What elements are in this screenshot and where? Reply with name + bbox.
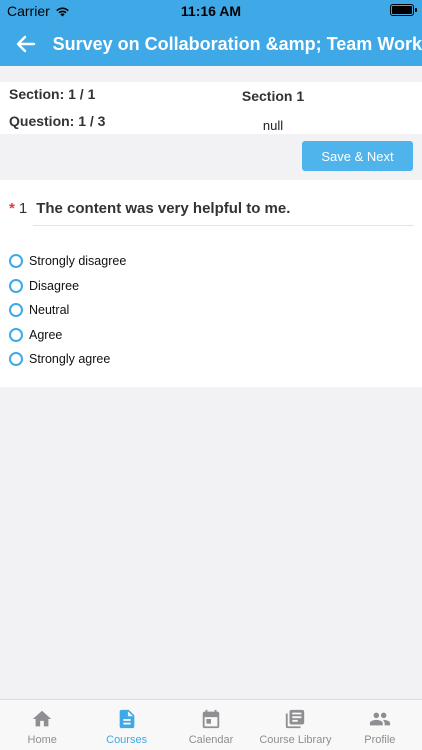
option-label: Disagree [29, 278, 80, 293]
people-icon [369, 712, 390, 726]
tab-profile[interactable]: Profile [338, 700, 422, 750]
tab-label: Courses [106, 734, 148, 746]
radio-button[interactable] [9, 327, 23, 342]
radio-button[interactable] [9, 278, 23, 293]
option-strongly-disagree[interactable]: Strongly disagree [9, 249, 126, 274]
question-card: * 1 The content was very helpful to me. … [0, 180, 422, 387]
question-text: The content was very helpful to me. [36, 200, 291, 217]
back-button[interactable] [0, 22, 53, 66]
tab-bar: Home Courses Calendar Course Library Pro… [0, 699, 422, 750]
nav-bar: Survey on Collaboration &amp; Team Work [0, 22, 422, 66]
save-next-button[interactable]: Save & Next [302, 141, 413, 171]
tab-label: Profile [364, 734, 396, 746]
tab-label: Calendar [188, 734, 234, 746]
option-neutral[interactable]: Neutral [9, 298, 126, 323]
tab-label: Course Library [259, 734, 332, 746]
radio-button[interactable] [9, 254, 23, 269]
status-time: 11:16 AM [180, 3, 242, 19]
radio-button[interactable] [9, 303, 23, 318]
status-bar: Carrier 11:16 AM [0, 0, 422, 22]
survey-info-panel: Section: 1 / 1 Question: 1 / 3 Section 1… [0, 82, 422, 134]
back-arrow-icon [17, 35, 36, 53]
home-icon [33, 710, 52, 727]
option-label: Strongly disagree [29, 254, 127, 269]
tab-label: Home [27, 734, 57, 746]
tab-course-library[interactable]: Course Library [253, 700, 337, 750]
answer-options: Strongly disagree Disagree Neutral Agree… [9, 249, 126, 372]
calendar-icon [202, 709, 220, 729]
library-icon [286, 709, 305, 729]
radio-button[interactable] [9, 352, 23, 367]
question-divider [33, 225, 414, 226]
question-header: * 1 The content was very helpful to me. [9, 200, 290, 217]
option-label: Strongly agree [29, 352, 111, 367]
required-marker: * [9, 200, 15, 217]
section-description: null [262, 118, 284, 133]
section-progress: Section: 1 / 1 [9, 86, 96, 102]
page-title: Survey on Collaboration &amp; Team Work [52, 33, 422, 54]
battery-icon [390, 4, 417, 16]
option-disagree[interactable]: Disagree [9, 274, 126, 299]
section-name: Section 1 [241, 88, 305, 104]
option-agree[interactable]: Agree [9, 323, 126, 348]
document-icon [119, 709, 134, 729]
question-progress: Question: 1 / 3 [9, 113, 106, 129]
option-strongly-agree[interactable]: Strongly agree [9, 347, 126, 372]
question-number: 1 [18, 200, 28, 217]
tab-courses[interactable]: Courses [84, 700, 168, 750]
option-label: Neutral [29, 303, 70, 318]
option-label: Agree [29, 327, 63, 342]
tab-home[interactable]: Home [0, 700, 84, 750]
tab-calendar[interactable]: Calendar [169, 700, 253, 750]
